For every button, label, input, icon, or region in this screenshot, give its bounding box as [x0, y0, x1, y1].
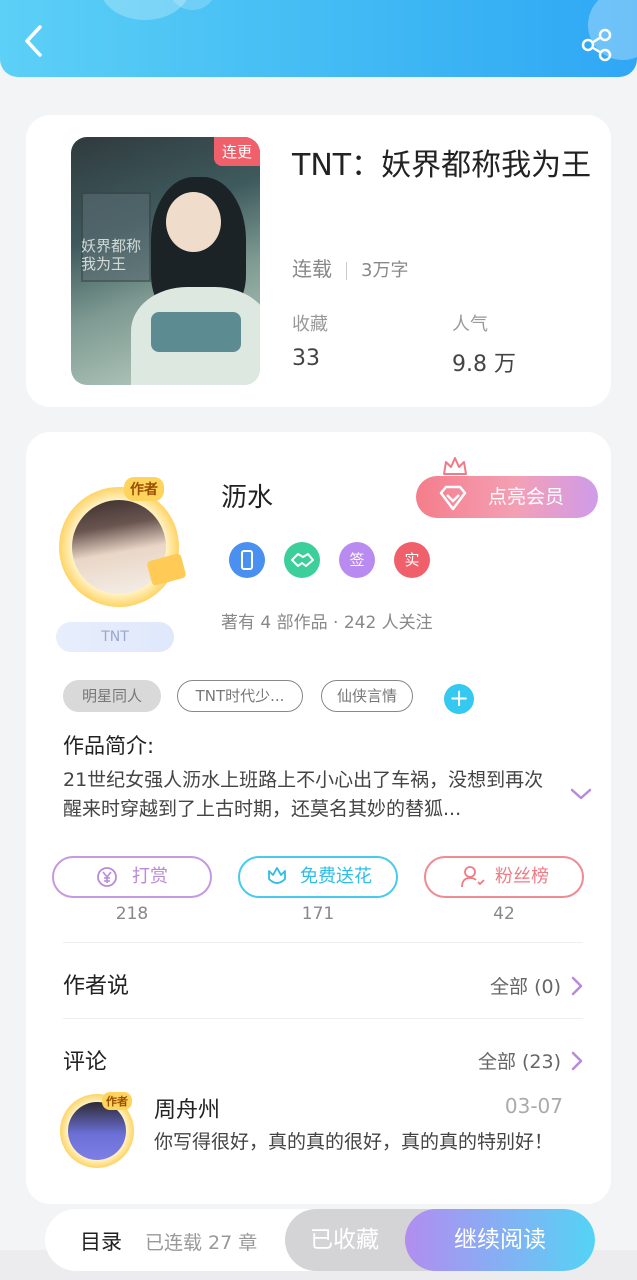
tag-chip[interactable]: TNT时代少...	[177, 680, 303, 712]
author-says-title: 作者说	[63, 974, 130, 999]
real-badge-icon[interactable]: 实	[394, 542, 430, 578]
back-icon[interactable]	[20, 24, 50, 58]
bottom-action-bar: 目录 已连载 27 章 已收藏 继续阅读	[45, 1209, 595, 1271]
flower-icon	[268, 867, 286, 884]
tip-label: 打赏	[132, 866, 168, 887]
stat-popularity: 人气 9.8 万	[452, 310, 516, 378]
yen-coin-icon	[97, 867, 117, 887]
flower-label: 免费送花	[300, 866, 372, 887]
tip-button[interactable]: 打赏	[52, 856, 212, 898]
tip-count: 218	[115, 904, 149, 924]
handshake-badge-icon[interactable]	[284, 542, 320, 578]
author-badge: 作者	[124, 477, 164, 501]
comments-title: 评论	[63, 1050, 108, 1075]
crown-icon	[442, 456, 468, 476]
divider	[63, 1018, 583, 1019]
send-flower-button[interactable]: 免费送花	[238, 856, 398, 898]
chevron-right-icon	[571, 976, 583, 995]
fan-ranking-label: 粉丝榜	[495, 866, 549, 887]
comments-more-link[interactable]: 全部 (23)	[478, 1047, 583, 1074]
author-summary: 著有 4 部作品 · 242 人关注	[221, 613, 433, 633]
share-icon[interactable]	[580, 28, 614, 62]
flower-count: 171	[301, 904, 335, 924]
toc-button[interactable]: 目录	[80, 1226, 122, 1256]
continue-reading-button[interactable]: 继续阅读	[405, 1209, 595, 1271]
comment-text[interactable]: 你写得很好，真的真的很好，真的真的特别好！	[154, 1128, 564, 1156]
avatar	[68, 1102, 126, 1160]
commenter-avatar[interactable]: 作者	[58, 1084, 138, 1169]
fan-ranking-button[interactable]: 粉丝榜	[424, 856, 584, 898]
book-cover[interactable]: 妖界都称我为王 连更	[71, 137, 260, 385]
author-avatar[interactable]: 作者	[54, 477, 187, 607]
diamond-icon	[437, 484, 469, 512]
fan-club-tag[interactable]: TNT	[56, 622, 174, 652]
divider	[346, 261, 347, 280]
book-info-card: 妖界都称我为王 连更 TNT：妖界都称我为王 连载 3万字 收藏 33 人气 9.…	[26, 115, 611, 407]
comment-date: 03-07	[504, 1094, 563, 1118]
intro-title: 作品简介:	[63, 734, 155, 758]
cover-title-text: 妖界都称我为王	[81, 237, 142, 273]
chevron-right-icon	[571, 1051, 583, 1070]
comments-more-label: 全部 (23)	[477, 1051, 561, 1073]
phone-badge-icon[interactable]	[229, 542, 265, 578]
author-detail-card: 作者 TNT 沥水 点亮会员 签 实 著有 4 部作品 · 242 人关注 明星…	[26, 432, 611, 1204]
add-tag-icon[interactable]: +	[444, 684, 474, 714]
author-says-more-label: 全部 (0)	[490, 976, 561, 998]
chapter-count[interactable]: 已连载 27 章	[145, 1228, 257, 1255]
sign-badge-icon[interactable]: 签	[339, 542, 375, 578]
fan-user-icon	[461, 866, 485, 888]
author-says-more-link[interactable]: 全部 (0)	[490, 972, 583, 999]
top-header	[0, 0, 637, 77]
book-title: TNT：妖界都称我为王	[292, 148, 592, 183]
book-word-count: 3万字	[361, 260, 409, 281]
tag-chip[interactable]: 仙侠言情	[321, 680, 413, 712]
book-meta: 连载 3万字	[292, 253, 408, 282]
stat-value: 33	[292, 346, 320, 371]
divider	[63, 942, 583, 943]
stat-label: 收藏	[292, 314, 328, 335]
serial-tag: 连更	[213, 137, 260, 166]
intro-text[interactable]: 21世纪女强人沥水上班路上不小心出了车祸，没想到再次醒来时穿越到了上古时期，还莫…	[63, 766, 553, 824]
tag-chip[interactable]: 明星同人	[63, 680, 161, 712]
stat-value: 9.8 万	[452, 352, 516, 377]
stat-favorites: 收藏 33	[292, 310, 328, 371]
book-status: 连载	[292, 257, 332, 281]
author-name[interactable]: 沥水	[221, 477, 273, 514]
cover-art	[166, 192, 221, 252]
cover-art	[151, 312, 241, 352]
chevron-down-icon[interactable]	[568, 784, 594, 804]
fan-count: 42	[493, 904, 515, 924]
author-badge: 作者	[102, 1092, 132, 1110]
stat-label: 人气	[452, 314, 488, 335]
commenter-name[interactable]: 周舟州	[154, 1092, 220, 1124]
